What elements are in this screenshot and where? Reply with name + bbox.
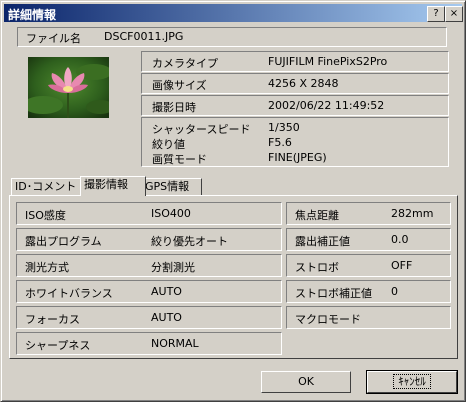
tab-shooting-info[interactable]: 撮影情報 (80, 176, 146, 196)
cancel-button-label: ｷｬﾝｾﾙ (393, 374, 431, 389)
macro-mode-field: マクロモード (286, 306, 451, 329)
shot-datetime-value: 2002/06/22 11:49:52 (268, 99, 385, 112)
sharpness-label: シャープネス (25, 339, 91, 352)
aperture-value: F5.6 (268, 136, 292, 149)
iso-value: ISO400 (151, 207, 191, 220)
quality-mode-label: 画質モード (152, 153, 207, 166)
aperture-label: 絞り値 (152, 138, 185, 151)
tab-id-comment[interactable]: ID･コメント (11, 178, 81, 195)
exposure-compensation-field: 露出補正値 0.0 (286, 228, 451, 251)
flash-compensation-label: ストロボ補正値 (295, 287, 372, 300)
title-bar: 詳細情報 ? × (4, 4, 463, 22)
window-title: 詳細情報 (8, 8, 57, 22)
white-balance-label: ホワイトバランス (25, 287, 113, 300)
file-name-box: ファイル名 DSCF0011.JPG (17, 27, 447, 47)
focus-value: AUTO (151, 311, 182, 324)
exposure-program-field: 露出プログラム 絞り優先オート (16, 228, 282, 251)
file-name-label: ファイル名 (26, 32, 81, 45)
cancel-button[interactable]: ｷｬﾝｾﾙ (366, 370, 458, 394)
metering-mode-label: 測光方式 (25, 261, 69, 274)
exposure-box: シャッタースピード 1/350 絞り値 F5.6 画質モード FINE(JPEG… (141, 117, 449, 167)
flash-value: OFF (391, 259, 413, 272)
camera-type-value: FUJIFILM FinePixS2Pro (268, 55, 388, 68)
flash-compensation-field: ストロボ補正値 0 (286, 280, 451, 303)
focal-length-field: 焦点距離 282mm (286, 202, 451, 225)
help-button[interactable]: ? (427, 6, 445, 22)
shot-datetime-box: 撮影日時 2002/06/22 11:49:52 (141, 95, 449, 116)
macro-mode-label: マクロモード (295, 313, 361, 326)
photo-thumbnail (28, 57, 109, 118)
ok-button[interactable]: OK (261, 371, 351, 393)
file-name-value: DSCF0011.JPG (104, 30, 184, 43)
exposure-compensation-label: 露出補正値 (295, 235, 350, 248)
iso-field: ISO感度 ISO400 (16, 202, 282, 225)
focus-label: フォーカス (25, 313, 80, 326)
camera-type-box: カメラタイプ FUJIFILM FinePixS2Pro (141, 51, 449, 72)
shutter-speed-value: 1/350 (268, 121, 300, 134)
quality-mode-value: FINE(JPEG) (268, 151, 327, 164)
white-balance-field: ホワイトバランス AUTO (16, 280, 282, 303)
sharpness-value: NORMAL (151, 337, 199, 350)
shooting-info-panel: ISO感度 ISO400 露出プログラム 絞り優先オート 測光方式 分割測光 ホ… (9, 195, 458, 359)
flash-field: ストロボ OFF (286, 254, 451, 277)
metering-mode-value: 分割測光 (151, 261, 195, 274)
focal-length-label: 焦点距離 (295, 209, 339, 222)
shutter-speed-label: シャッタースピード (152, 123, 251, 136)
exposure-program-label: 露出プログラム (25, 235, 102, 248)
tab-gps-info[interactable]: GPS情報 (141, 178, 202, 195)
flash-label: ストロボ (295, 261, 339, 274)
sharpness-field: シャープネス NORMAL (16, 332, 282, 355)
image-size-box: 画像サイズ 4256 X 2848 (141, 73, 449, 94)
image-size-label: 画像サイズ (152, 79, 207, 92)
focus-field: フォーカス AUTO (16, 306, 282, 329)
tab-strip: ID･コメント 撮影情報 GPS情報 (11, 176, 211, 196)
exposure-program-value: 絞り優先オート (151, 235, 228, 248)
image-size-value: 4256 X 2848 (268, 77, 339, 90)
focal-length-value: 282mm (391, 207, 434, 220)
details-dialog: 詳細情報 ? × ファイル名 DSCF0011.JPG カメラタイプ FUJIF… (0, 0, 466, 402)
close-button[interactable]: × (445, 6, 463, 22)
flash-compensation-value: 0 (391, 285, 398, 298)
metering-mode-field: 測光方式 分割測光 (16, 254, 282, 277)
exposure-compensation-value: 0.0 (391, 233, 409, 246)
white-balance-value: AUTO (151, 285, 182, 298)
iso-label: ISO感度 (25, 209, 66, 222)
camera-type-label: カメラタイプ (152, 57, 218, 70)
shot-datetime-label: 撮影日時 (152, 101, 196, 114)
